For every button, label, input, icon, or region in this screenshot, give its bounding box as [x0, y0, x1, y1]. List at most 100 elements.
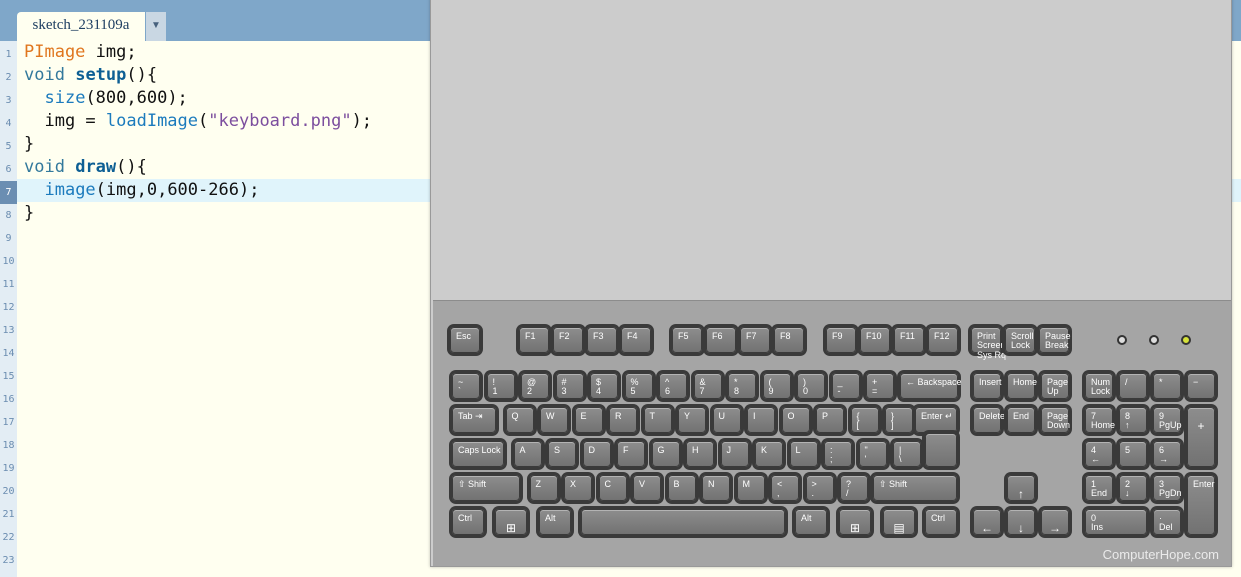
key-label: ? /	[846, 479, 852, 499]
keyboard-key: Ctrl	[925, 509, 957, 535]
key-label: F6	[712, 331, 723, 341]
key-label: A	[519, 445, 526, 455]
keyboard-key: F6	[706, 327, 736, 353]
key-label: R	[615, 411, 622, 421]
key-label: F1	[525, 331, 536, 341]
key-label: →	[1049, 521, 1061, 535]
line-number: 5	[5, 141, 12, 152]
keyboard-key: Page Up	[1041, 373, 1069, 399]
keyboard-key: End	[1007, 407, 1035, 433]
keyboard-key: ^ 6	[659, 373, 687, 399]
keyboard-key: F2	[553, 327, 583, 353]
keyboard-key: 5	[1119, 441, 1147, 467]
tab-menu-button[interactable]: ▼	[146, 12, 166, 41]
keyboard-key: R	[609, 407, 637, 433]
keyboard-key: Enter ↵	[915, 407, 957, 433]
keyboard-key: ↑	[1007, 475, 1035, 501]
keyboard-key: 3 PgDn	[1153, 475, 1182, 501]
key-label: ( 9	[768, 377, 774, 397]
key-label: 0 Ins	[1091, 513, 1104, 533]
keyboard-key: /	[1119, 373, 1147, 399]
code-token: );	[351, 111, 373, 131]
key-label: P	[822, 411, 829, 421]
line-number: 20	[2, 486, 15, 497]
code-line-8: }	[24, 203, 35, 223]
keyboard-image: Esc F1 F2 F3 F4 F5 F6 F7 F8 F9 F10 F11 F12 Print Scre…	[433, 300, 1231, 566]
key-label: Z	[535, 479, 542, 489]
keyboard-key: F11	[894, 327, 924, 353]
code-line-5: }	[24, 134, 35, 154]
watermark: ComputerHope.com	[1102, 547, 1219, 562]
keyboard-key: 1 End	[1085, 475, 1113, 501]
keyboard-key: V	[633, 475, 661, 501]
keyboard-key: ? /	[840, 475, 868, 501]
line-number: 12	[2, 302, 15, 313]
keyboard-key: Num Lock	[1085, 373, 1113, 399]
key-label: { [	[856, 411, 860, 431]
keyboard-key: F9	[826, 327, 856, 353]
keyboard-key: 9 PgUp	[1153, 407, 1182, 433]
keyboard-key: Insert	[973, 373, 1002, 399]
keyboard-key: +	[1187, 407, 1215, 467]
keyboard-key: 4 ←	[1085, 441, 1113, 467]
key-label: Tab ⇥	[458, 411, 483, 421]
keyboard-key: > .	[805, 475, 834, 501]
tab-sketch[interactable]: sketch_231109a	[17, 12, 145, 41]
keyboard-key: F7	[740, 327, 770, 353]
keyboard-key: Esc	[450, 327, 480, 353]
keyboard-key: Alt	[539, 509, 571, 535]
keyboard-key: Page Down	[1041, 407, 1071, 433]
code-token: setup	[75, 65, 127, 85]
keyboard-key: Enter	[1187, 475, 1215, 535]
key-label: K	[761, 445, 768, 455]
line-number: 4	[5, 118, 12, 129]
key-label: Page Down	[1047, 411, 1071, 431]
key-label: ~ `	[458, 377, 464, 397]
line-number: 23	[2, 555, 15, 566]
key-label: F	[623, 445, 629, 455]
keyboard-key: F	[617, 441, 645, 467]
key-label: B	[673, 479, 680, 489]
indicator-led	[1117, 335, 1127, 345]
keyboard-key: H	[686, 441, 714, 467]
code-token: img;	[85, 42, 137, 62]
line-number: 16	[2, 394, 15, 405]
key-label: ⇧ Shift	[458, 479, 487, 489]
indicator-led	[1149, 335, 1159, 345]
keyboard-key	[581, 509, 785, 535]
keyboard-key: F10	[860, 327, 890, 353]
keyboard-key: { [	[850, 407, 879, 433]
key-label: Print Screen Sys Rq	[977, 331, 1007, 360]
keyboard-key: ▤	[883, 509, 915, 535]
line-number-gutter: 1 2 3 4 5 6 7 8 9 10 11 12 13 14 15 16 17 18 19 20 21 22 23	[0, 41, 17, 577]
keyboard-key: % 5	[624, 373, 653, 399]
key-label: +	[1197, 419, 1205, 433]
keyboard-key: M	[736, 475, 765, 501]
key-label: X	[570, 479, 577, 489]
key-label: Esc	[456, 331, 472, 341]
keyboard-key: K	[755, 441, 783, 467]
key-label: V	[639, 479, 646, 489]
key-label: ⊞	[849, 521, 861, 535]
key-label: F5	[678, 331, 689, 341]
keyboard-key: F4	[621, 327, 651, 353]
key-label: & 7	[699, 377, 706, 397]
keyboard-key: 7 Home	[1085, 407, 1115, 433]
line-number: 11	[2, 279, 15, 290]
keyboard-key: Print Screen Sys Rq	[971, 327, 1006, 360]
keyboard-key: S	[548, 441, 576, 467]
key-label: Pause Break	[1045, 331, 1071, 351]
key-label: Caps Lock	[458, 445, 501, 455]
key-label: Y	[684, 411, 691, 421]
sketch-output-window[interactable]: Esc F1 F2 F3 F4 F5 F6 F7 F8 F9 F10 F11 F12 Print Scre…	[430, 0, 1232, 567]
keyboard-key: Y	[678, 407, 706, 433]
key-label: F3	[593, 331, 604, 341]
triangle-down-icon: ▼	[151, 20, 161, 31]
line-number: 2	[5, 72, 12, 83]
line-number: 9	[5, 233, 12, 244]
line-number: 14	[2, 348, 15, 359]
key-label: /	[1125, 377, 1128, 387]
keyboard-key: I	[747, 407, 775, 433]
indicator-led	[1181, 335, 1191, 345]
line-number: 13	[2, 325, 15, 336]
